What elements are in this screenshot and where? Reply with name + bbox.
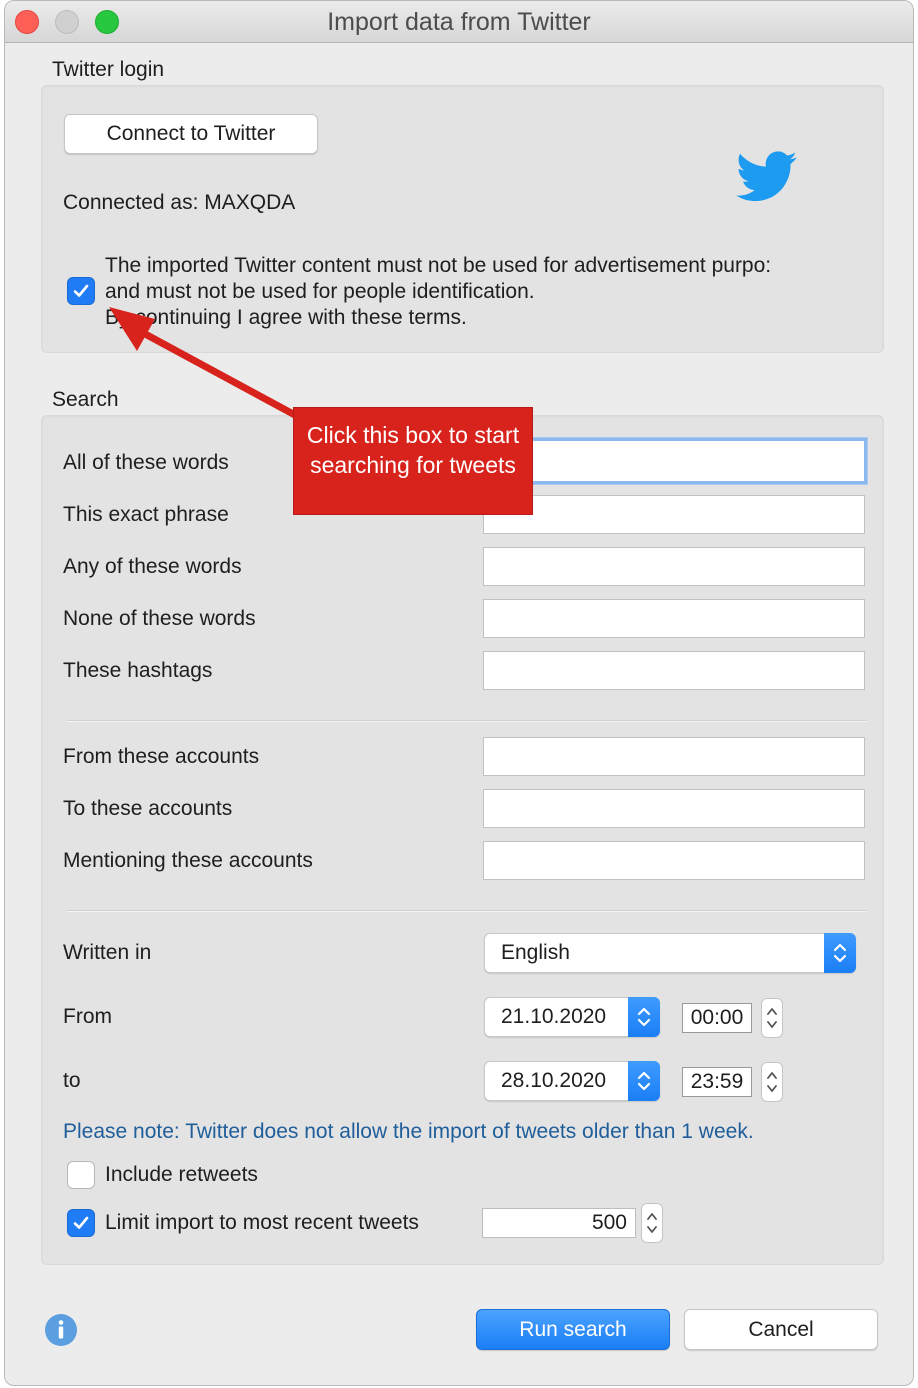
annotation-arrow bbox=[109, 307, 299, 419]
import-dialog-window: Import data from Twitter Twitter login C… bbox=[4, 0, 914, 1386]
annotation-callout: Click this box to start searching for tw… bbox=[293, 407, 533, 515]
